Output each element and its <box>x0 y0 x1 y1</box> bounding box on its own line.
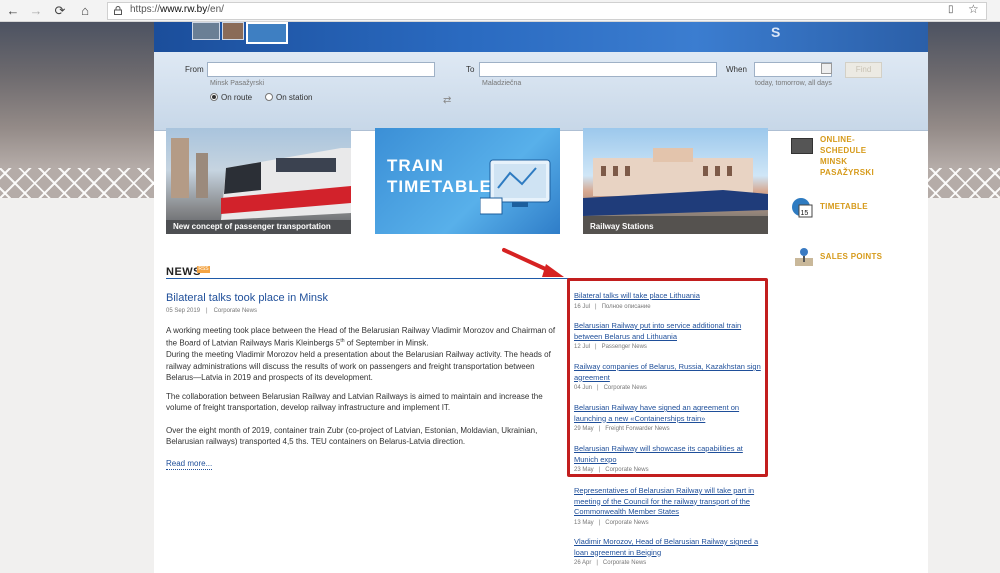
main-article-paragraph: The collaboration between Belarusian Rai… <box>166 392 543 413</box>
route-search-form: From Minsk Pasažyrski ⇄ To Maladziečna W… <box>154 52 928 131</box>
browser-toolbar: ← → ⟳ ⌂ https://www.rw.by/en/ ▯ ☆ <box>0 0 1000 22</box>
to-hint: Maladziečna <box>482 80 522 87</box>
promo-caption: Railway Stations <box>590 222 654 231</box>
main-content: S From Minsk Pasažyrski ⇄ To Maladziečna… <box>154 22 928 573</box>
when-label: When <box>726 65 747 74</box>
main-article-paragraph: Over the eight month of 2019, container … <box>166 426 538 447</box>
to-input[interactable] <box>479 62 717 77</box>
home-icon[interactable]: ⌂ <box>76 2 94 19</box>
bookmark-star-icon[interactable]: ☆ <box>968 2 979 16</box>
map-pin-icon[interactable] <box>794 246 814 268</box>
rss-badge[interactable]: RSS <box>197 266 210 273</box>
annotation-arrow-icon <box>502 248 564 277</box>
promo-railway-stations[interactable]: Railway Stations <box>583 128 768 234</box>
promo-title-line2: TIMETABLE <box>387 177 493 196</box>
promo-passenger-transportation[interactable]: New concept of passenger transportation <box>166 128 351 234</box>
header-banner: S <box>154 22 928 52</box>
link-sales-points[interactable]: SALES POINTS <box>820 251 882 262</box>
calendar-icon[interactable]: 15 <box>791 197 813 218</box>
from-input[interactable] <box>207 62 435 77</box>
from-label: From <box>185 65 204 74</box>
promo-train-timetable[interactable]: TRAIN TIMETABLE <box>375 128 560 234</box>
banner-thumb[interactable] <box>222 22 244 40</box>
radio-on-station[interactable]: On station <box>265 93 312 102</box>
highlight-box <box>567 278 768 477</box>
lock-icon <box>114 6 122 15</box>
link-timetable[interactable]: TIMETABLE <box>820 201 868 212</box>
url-text: https://www.rw.by/en/ <box>130 4 224 15</box>
promo-title-line1: TRAIN <box>387 156 444 175</box>
banner-thumb-active[interactable] <box>246 22 288 44</box>
swap-icon[interactable]: ⇄ <box>443 95 451 106</box>
train-image <box>166 138 351 234</box>
radio-on-route[interactable]: On route <box>210 93 252 102</box>
find-button[interactable]: Find <box>845 62 882 78</box>
banner-thumb[interactable] <box>192 22 220 40</box>
news-heading: NEWS <box>166 266 201 278</box>
back-icon[interactable]: ← <box>4 2 22 19</box>
news-list-item[interactable]: Representatives of Belarusian Railway wi… <box>574 486 764 526</box>
main-article-paragraph: A working meeting took place between the… <box>166 326 556 382</box>
main-article-title[interactable]: Bilateral talks took place in Minsk <box>166 292 328 304</box>
link-online-schedule[interactable]: ONLINE- SCHEDULE MINSK PASAŽYRSKI <box>820 134 874 178</box>
svg-text:15: 15 <box>801 210 809 217</box>
refresh-icon[interactable]: ⟳ <box>51 2 69 19</box>
main-article-meta: 05 Sep 2019 | Corporate News <box>166 308 257 314</box>
calendar-icon[interactable] <box>821 63 832 74</box>
from-hint: Minsk Pasažyrski <box>210 80 265 87</box>
reader-view-icon[interactable]: ▯ <box>948 4 954 15</box>
forward-icon[interactable]: → <box>27 2 45 19</box>
to-label: To <box>466 65 475 74</box>
board-icon[interactable] <box>791 138 813 154</box>
when-hint: today, tomorrow, all days <box>755 80 832 87</box>
station-image <box>583 148 768 234</box>
address-bar[interactable]: https://www.rw.by/en/ ▯ <box>107 2 987 20</box>
promo-caption: New concept of passenger transportation <box>173 222 331 231</box>
news-list-item[interactable]: Vladimir Morozov, Head of Belarusian Rai… <box>574 537 764 566</box>
monitor-map-icon <box>480 159 551 215</box>
banner-letter: S <box>771 24 781 40</box>
read-more-link[interactable]: Read more... <box>166 459 213 470</box>
